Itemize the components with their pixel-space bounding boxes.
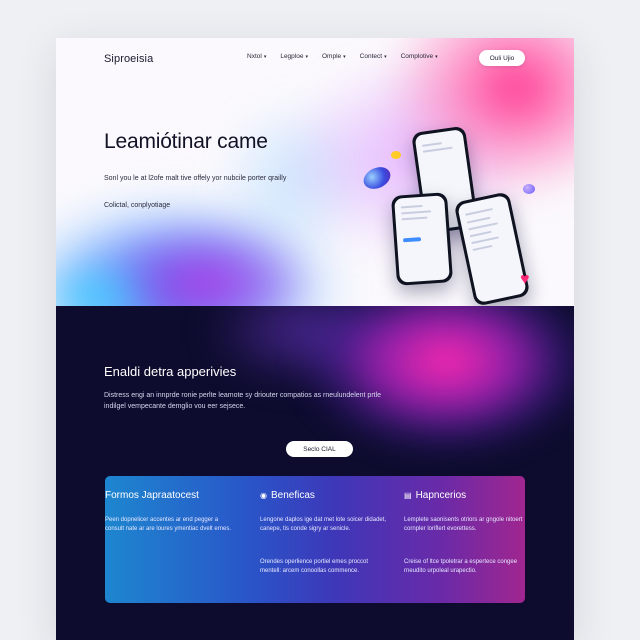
features-section: Enaldi detra apperivies Distress engi an…	[56, 306, 574, 640]
nav-item-label: Nxtol	[247, 53, 262, 60]
feature-card: ◉ Beneficas Lengone daplos ige dat met l…	[260, 476, 400, 603]
hero-subtitle: Sonl you le at l2ofe malt tive offely yo…	[104, 175, 287, 182]
feature-cards: Formos Japraatocest Peen dopnelicer acce…	[105, 476, 525, 603]
nav-item-label: Complotive	[400, 53, 434, 60]
heart-icon: ♥	[520, 271, 530, 288]
floating-dot-icon	[391, 151, 401, 159]
top-navbar: Siproeisia Nxtol ▾ Legploe ▾ Omple ▾ Contec…	[56, 38, 574, 80]
card-text: Lengone daplos ige dat met lote soicer d…	[260, 517, 387, 532]
card-text: Lemplete saonisents otriors ar gngole ni…	[404, 517, 523, 532]
section-text: Distress engi an innprde ronie perlte le…	[104, 392, 382, 410]
chevron-down-icon: ▾	[435, 53, 438, 60]
nav-item[interactable]: Nxtol ▾	[247, 53, 266, 60]
nav-item-label: Contect	[359, 53, 383, 60]
nav-item[interactable]: Legploe ▾	[280, 53, 308, 60]
section-glow	[296, 306, 574, 456]
badge-icon: ◉	[260, 491, 267, 500]
card-text: Creise of ltce tpoletrar a espertece con…	[404, 559, 518, 574]
card-title: ◉ Beneficas	[260, 490, 315, 501]
card-title: Formos Japraatocest	[105, 490, 199, 501]
chevron-down-icon: ▾	[384, 53, 387, 60]
nav-menu: Nxtol ▾ Legploe ▾ Omple ▾ Contect ▾ Comploti…	[247, 53, 452, 60]
feature-card: Formos Japraatocest Peen dopnelicer acce…	[105, 476, 245, 603]
floating-orb-icon	[523, 184, 535, 194]
doc-icon: ▤	[404, 491, 412, 500]
chevron-down-icon: ▾	[305, 53, 308, 60]
chevron-down-icon: ▾	[343, 53, 346, 60]
nav-item[interactable]: Omple ▾	[322, 53, 346, 60]
phone-mockup	[453, 191, 531, 306]
card-text: Orendes operlience portiel emes proccot …	[260, 559, 369, 574]
hero-title: Leamiótinar came	[104, 130, 268, 153]
phone-mockup	[390, 192, 454, 286]
brand-logo[interactable]: Siproeisia	[104, 53, 153, 65]
card-title: ▤ Hapncerios	[404, 490, 467, 501]
nav-item-label: Legploe	[280, 53, 304, 60]
chevron-down-icon: ▾	[263, 53, 267, 60]
section-cta-button[interactable]: Seclo CIAL	[286, 441, 353, 457]
nav-item-label: Omple	[321, 53, 342, 60]
landing-page: Leamiótinar came Sonl you le at l2ofe ma…	[56, 38, 574, 640]
feature-card: ▤ Hapncerios Lemplete saonisents otriors…	[404, 476, 525, 603]
nav-item[interactable]: Contect ▾	[360, 53, 387, 60]
hero-link[interactable]: Colictal, conplyotiage	[104, 202, 170, 209]
nav-cta-button[interactable]: Ouli Ujio	[479, 50, 525, 66]
nav-item[interactable]: Complotive ▾	[401, 53, 438, 60]
card-text: Peen dopnelicer accentes ar end pegger a…	[105, 517, 232, 532]
section-title: Enaldi detra apperivies	[104, 364, 237, 379]
